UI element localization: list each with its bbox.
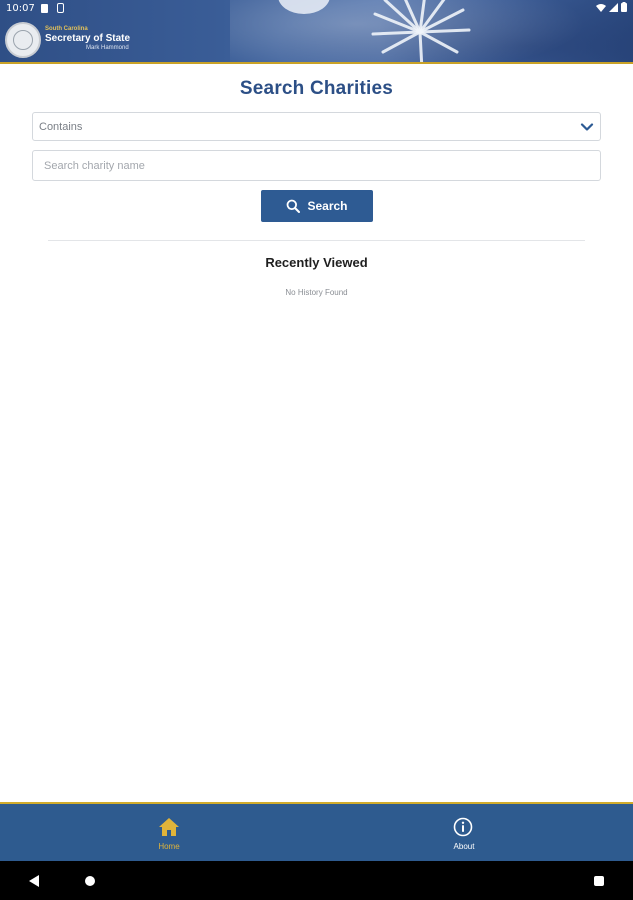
- status-time: 10:07: [6, 3, 35, 14]
- status-bar: 10:07: [0, 0, 633, 18]
- recent-apps-button[interactable]: [594, 876, 604, 886]
- sim-icon: [57, 3, 64, 13]
- brand-state-label: South Carolina: [45, 26, 88, 32]
- app-header-banner: South Carolina Secretary of State Mark H…: [0, 0, 633, 64]
- info-icon: [453, 817, 473, 837]
- match-type-value: Contains: [39, 121, 83, 133]
- charity-name-search-input[interactable]: [32, 150, 601, 181]
- page-title: Search Charities: [239, 78, 394, 99]
- home-icon: [159, 818, 179, 836]
- battery-icon: [621, 2, 627, 12]
- brand-agency-title: Secretary of State: [45, 33, 131, 44]
- match-type-select[interactable]: Contains: [32, 112, 601, 141]
- search-button-label: Search: [307, 199, 348, 213]
- system-navigation-bar: [0, 861, 633, 900]
- nav-about-label: About: [453, 842, 475, 851]
- search-button[interactable]: Search: [261, 190, 373, 222]
- back-icon[interactable]: [29, 875, 39, 887]
- section-divider: [48, 240, 585, 241]
- recently-viewed-empty-text: No History Found: [285, 288, 348, 297]
- chevron-down-icon: [580, 123, 594, 131]
- wifi-icon: [596, 3, 606, 12]
- cell-signal-icon: [609, 2, 618, 12]
- brand-official-name: Mark Hammond: [86, 45, 129, 51]
- nav-item-about[interactable]: About: [404, 804, 524, 861]
- bottom-navigation-bar: Home About: [0, 802, 633, 861]
- notification-icon: [41, 4, 48, 13]
- search-icon: [287, 199, 301, 213]
- nav-item-home[interactable]: Home: [109, 804, 229, 861]
- state-seal-logo: [5, 22, 41, 58]
- nav-home-label: Home: [158, 842, 180, 851]
- recently-viewed-heading: Recently Viewed: [265, 255, 368, 270]
- system-home-button[interactable]: [85, 876, 95, 886]
